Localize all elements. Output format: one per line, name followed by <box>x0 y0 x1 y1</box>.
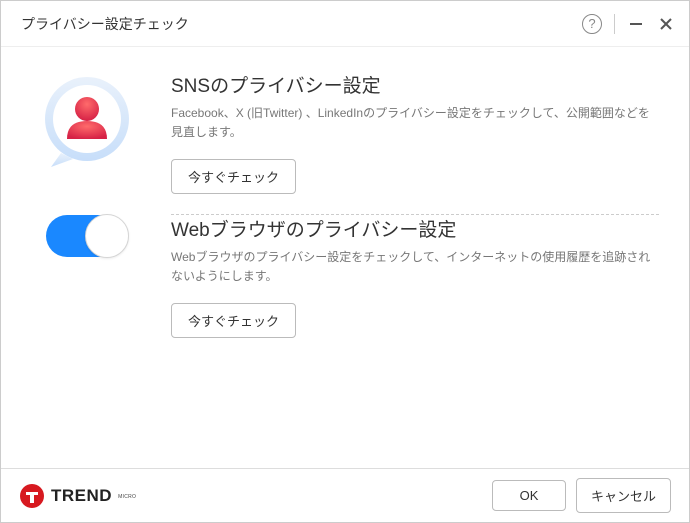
close-icon[interactable] <box>657 15 675 33</box>
titlebar: プライバシー設定チェック ? <box>1 1 689 47</box>
titlebar-controls: ? <box>582 14 675 34</box>
footer: TREND MICRO OK キャンセル <box>1 468 689 522</box>
sns-text-col: SNSのプライバシー設定 Facebook、X (旧Twitter) 、Link… <box>171 71 659 194</box>
browser-toggle[interactable] <box>46 215 128 257</box>
minimize-icon[interactable] <box>627 15 645 33</box>
brand-subtext: MICRO <box>118 495 136 500</box>
sns-section: SNSのプライバシー設定 Facebook、X (旧Twitter) 、Link… <box>31 71 659 214</box>
titlebar-divider <box>614 14 615 34</box>
browser-check-button[interactable]: 今すぐチェック <box>171 303 296 338</box>
sns-check-button[interactable]: 今すぐチェック <box>171 159 296 194</box>
browser-icon-col <box>31 215 143 338</box>
sns-description: Facebook、X (旧Twitter) 、LinkedInのプライバシー設定… <box>171 104 659 141</box>
sns-heading: SNSのプライバシー設定 <box>171 71 659 98</box>
ok-button[interactable]: OK <box>492 480 566 511</box>
trend-logo-icon <box>19 483 45 509</box>
person-bubble-icon <box>37 71 137 171</box>
browser-section: Webブラウザのプライバシー設定 Webブラウザのプライバシー設定をチェックして… <box>31 215 659 358</box>
window-title: プライバシー設定チェック <box>21 14 582 34</box>
browser-text-col: Webブラウザのプライバシー設定 Webブラウザのプライバシー設定をチェックして… <box>171 215 659 338</box>
content-area: SNSのプライバシー設定 Facebook、X (旧Twitter) 、Link… <box>1 47 689 468</box>
browser-heading: Webブラウザのプライバシー設定 <box>171 215 659 242</box>
browser-description: Webブラウザのプライバシー設定をチェックして、インターネットの使用履歴を追跡さ… <box>171 248 659 285</box>
help-icon[interactable]: ? <box>582 14 602 34</box>
sns-icon-col <box>31 71 143 194</box>
brand-text: TREND <box>51 486 112 506</box>
brand-logo: TREND MICRO <box>19 483 482 509</box>
cancel-button[interactable]: キャンセル <box>576 478 671 513</box>
toggle-knob <box>85 214 129 258</box>
